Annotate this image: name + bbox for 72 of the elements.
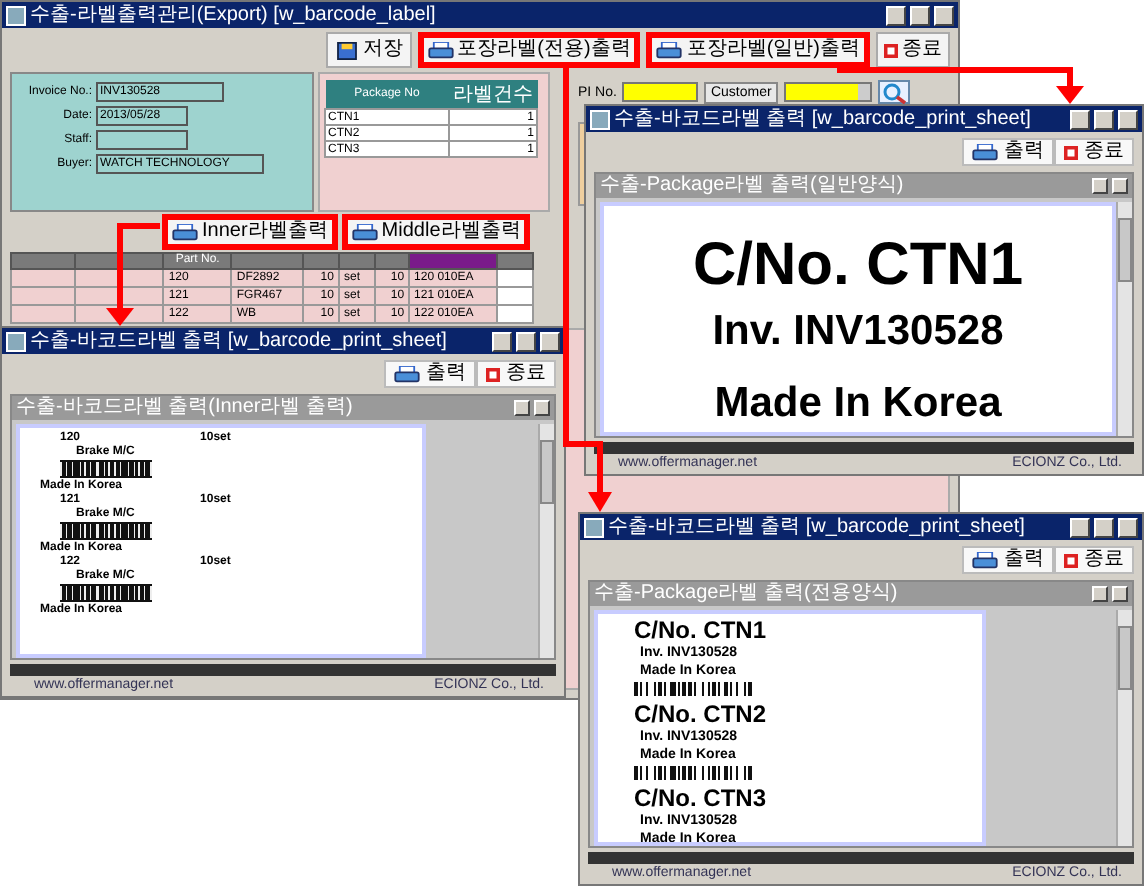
app-icon — [6, 331, 26, 351]
document-title: 수출-Package라벨 출력(일반양식) — [600, 174, 906, 198]
printer-icon — [427, 41, 454, 59]
carton-number: C/No. CTN2 — [634, 702, 768, 728]
print-button[interactable]: 출력 — [384, 360, 476, 388]
minimize-icon[interactable] — [1070, 109, 1090, 129]
printer-icon — [972, 551, 998, 569]
pi-input-field[interactable] — [622, 82, 699, 102]
column-header: 라벨건수 — [449, 80, 537, 109]
scrollbar[interactable] — [1116, 610, 1132, 846]
app-icon — [590, 109, 610, 129]
close-square-icon — [1064, 553, 1078, 567]
barcode-drawing — [60, 522, 152, 540]
close-button[interactable]: 종료 — [1054, 138, 1134, 166]
minimize-icon[interactable] — [1070, 517, 1090, 537]
barcode-drawing — [60, 584, 152, 602]
minimize-icon[interactable] — [1092, 586, 1108, 602]
close-button[interactable]: 종료 — [476, 360, 556, 388]
close-icon[interactable] — [540, 331, 560, 351]
print-button[interactable]: 출력 — [962, 546, 1054, 574]
close-icon[interactable] — [1118, 517, 1138, 537]
search-icon[interactable] — [877, 80, 910, 104]
maximize-icon[interactable] — [1094, 517, 1114, 537]
window-title: 수출-바코드라벨 출력 [w_barcode_print_sheet] — [614, 107, 1033, 131]
printer-icon — [656, 41, 683, 59]
invoice-number: Inv. INV130528 — [712, 308, 1004, 354]
carton-number: C/No. CTN1 — [693, 234, 1023, 298]
print-button[interactable]: 출력 — [962, 138, 1054, 166]
text-field[interactable] — [96, 130, 188, 150]
close-square-icon — [884, 43, 898, 57]
maximize-icon[interactable] — [910, 5, 930, 25]
close-button[interactable]: 종료 — [1054, 546, 1134, 574]
close-icon[interactable] — [934, 5, 954, 25]
document-title: 수출-Package라벨 출력(전용양식) — [594, 582, 900, 606]
maximize-icon[interactable] — [1094, 109, 1114, 129]
window-title: 수출-바코드라벨 출력 [w_barcode_print_sheet] — [30, 329, 449, 353]
barcode-drawing — [60, 460, 152, 478]
customer-dropdown[interactable] — [783, 82, 872, 102]
maximize-icon[interactable] — [516, 331, 536, 351]
close-square-icon — [486, 367, 500, 381]
minimize-icon[interactable] — [492, 331, 512, 351]
close-square-icon — [1064, 145, 1078, 159]
window-title: 수출-라벨출력관리(Export) [w_barcode_label] — [30, 3, 438, 27]
printer-icon — [394, 365, 420, 383]
minimize-icon[interactable] — [1092, 178, 1108, 194]
save-button[interactable]: 저장 — [325, 32, 412, 68]
close-icon[interactable] — [534, 400, 550, 416]
app-icon — [6, 5, 26, 25]
barcode-drawing — [634, 766, 754, 780]
print-button[interactable]: 포장라벨(전용)출력 — [417, 32, 641, 68]
document-title: 수출-바코드라벨 출력(Inner라벨 출력) — [16, 396, 355, 420]
window-title: 수출-바코드라벨 출력 [w_barcode_print_sheet] — [608, 515, 1027, 539]
label-origin: Made In Korea — [714, 380, 1002, 426]
minimize-icon[interactable] — [886, 5, 906, 25]
arrow — [106, 223, 160, 326]
printer-icon — [972, 143, 998, 161]
scrollbar[interactable] — [1116, 202, 1132, 436]
close-icon[interactable] — [1118, 109, 1138, 129]
printer-icon — [172, 223, 198, 241]
minimize-icon[interactable] — [514, 400, 530, 416]
close-icon[interactable] — [1112, 178, 1128, 194]
print-button[interactable]: Inner라벨출력 — [162, 214, 338, 250]
scrollbar[interactable] — [538, 424, 554, 658]
barcode-drawing — [634, 682, 754, 696]
carton-number: C/No. CTN3 — [634, 786, 768, 812]
close-icon[interactable] — [1112, 586, 1128, 602]
close-button[interactable]: 종료 — [876, 32, 950, 68]
print-button[interactable]: Middle라벨출력 — [341, 214, 531, 250]
print-button[interactable]: 포장라벨(일반)출력 — [646, 32, 870, 68]
app-icon — [584, 517, 604, 537]
printer-icon — [351, 223, 378, 241]
carton-number: C/No. CTN1 — [634, 618, 768, 644]
